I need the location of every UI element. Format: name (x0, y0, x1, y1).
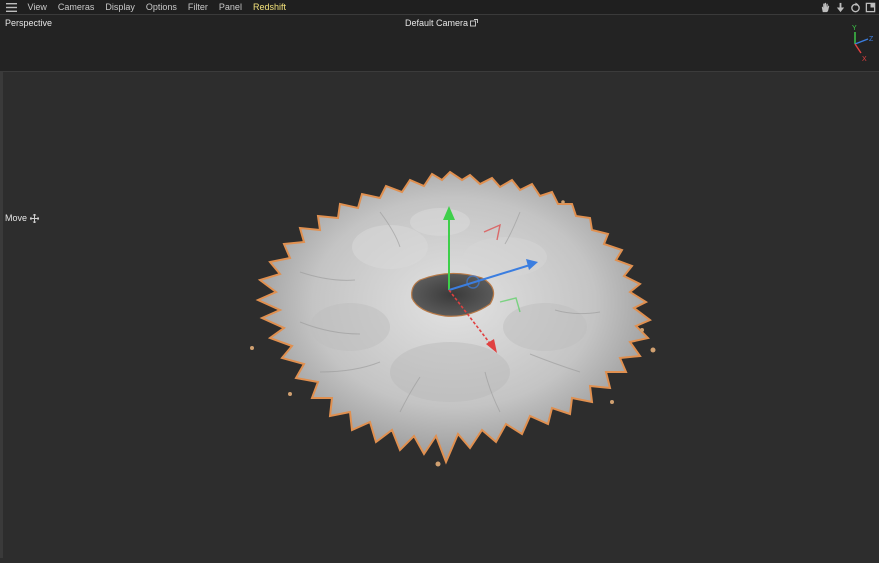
axis-gizmo: Y Z X (852, 25, 874, 62)
rotate-icon[interactable] (849, 1, 862, 14)
camera-link-icon (470, 19, 478, 27)
view-name-label[interactable]: Perspective (5, 18, 52, 28)
menu-panel[interactable]: Panel (213, 0, 247, 15)
menu-cameras[interactable]: Cameras (52, 0, 100, 15)
viewport-nav-icons (819, 1, 877, 14)
move-cross-icon (30, 213, 40, 223)
maximize-icon[interactable] (864, 1, 877, 14)
3d-viewport[interactable] (0, 72, 879, 558)
viewport-left-border (0, 72, 3, 558)
axis-x-label: X (862, 56, 867, 62)
menu-redshift[interactable]: Redshift (247, 0, 291, 15)
menu-filter[interactable]: Filter (182, 0, 213, 15)
axis-y-label: Y (852, 25, 857, 32)
axis-z-label: Z (869, 36, 874, 43)
menu-display[interactable]: Display (100, 0, 141, 15)
active-tool-name: Move (5, 213, 28, 223)
menu-view[interactable]: View (22, 0, 52, 15)
camera-name: Default Camera (405, 18, 469, 28)
active-tool-label: Move (5, 213, 40, 223)
hamburger-menu-icon[interactable] (0, 0, 22, 15)
viewport-canvas[interactable] (0, 72, 879, 558)
viewport-menubar: View Cameras Display Options Filter Pane… (0, 0, 879, 15)
hand-pan-icon[interactable] (819, 1, 832, 14)
dolly-arrow-icon[interactable] (834, 1, 847, 14)
camera-selector[interactable]: Default Camera (405, 18, 478, 28)
menu-options[interactable]: Options (140, 0, 182, 15)
viewport-header: Perspective Default Camera Y Z X (0, 15, 879, 72)
